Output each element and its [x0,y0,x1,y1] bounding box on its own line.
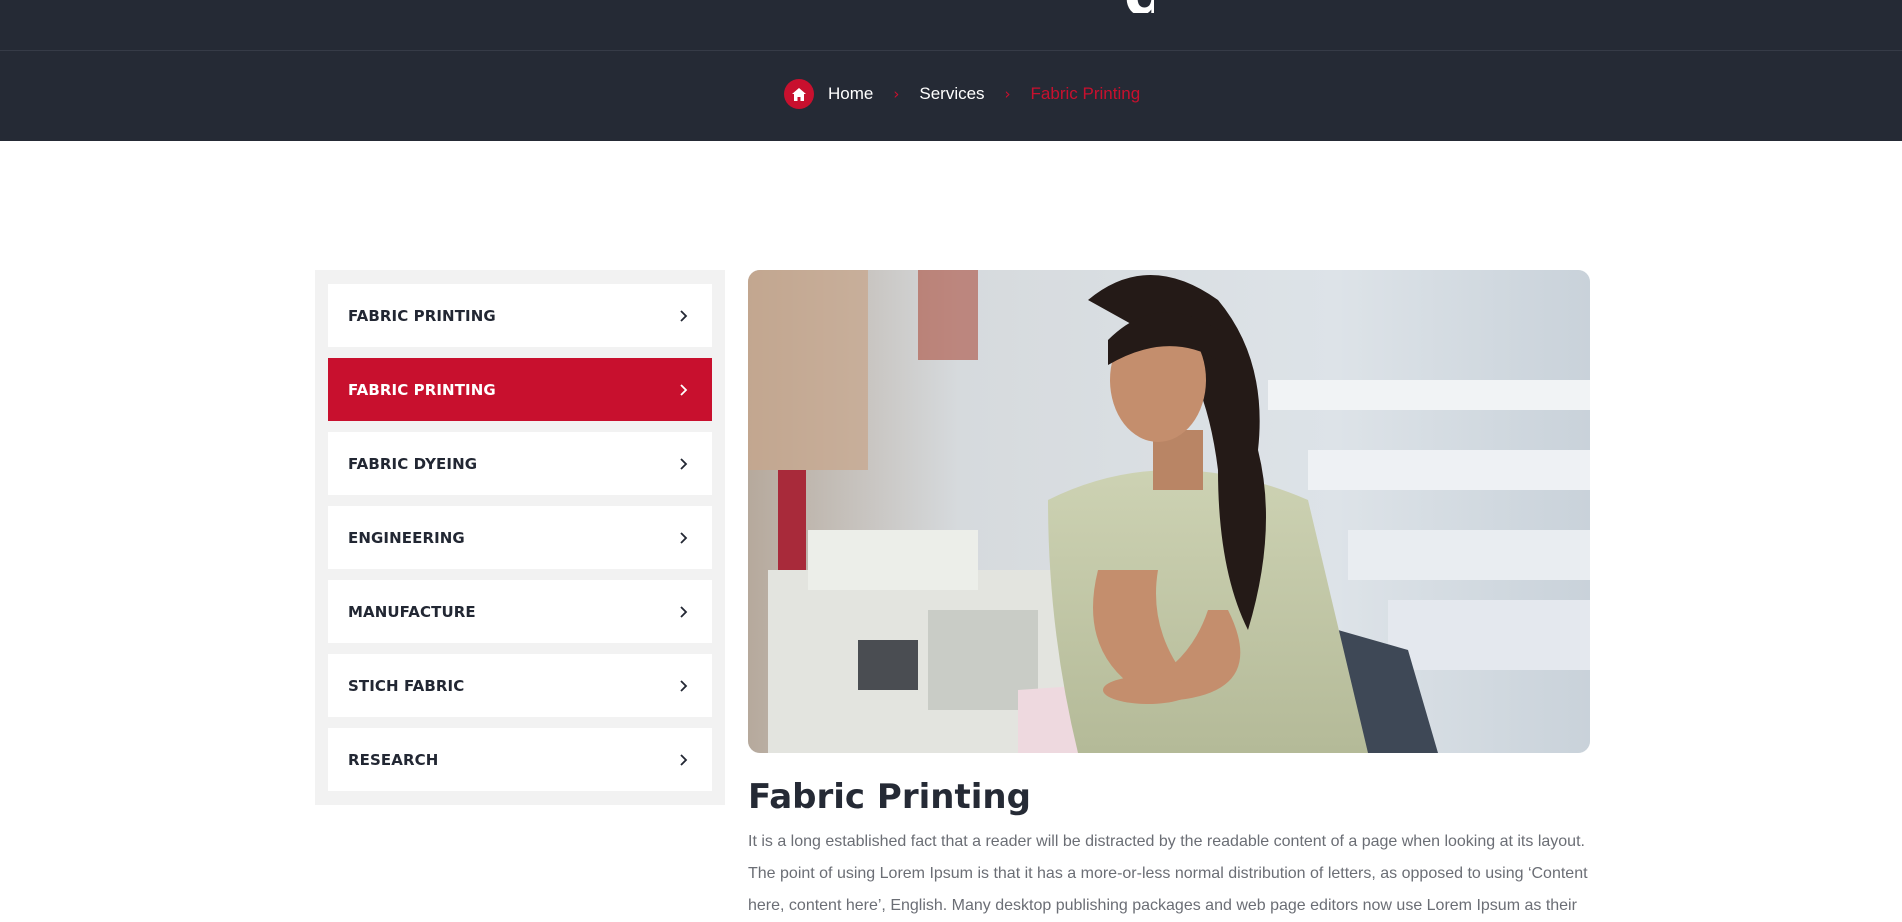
breadcrumb-separator-icon: › [893,85,900,103]
breadcrumb-current: Fabric Printing [1030,84,1141,103]
chevron-right-icon [676,456,692,472]
sidebar-item-fabric-printing[interactable]: FABRIC PRINTING [328,284,712,347]
page-header-banner: g Home › Services › Fabric Printing [0,0,1902,141]
sidebar-item-research[interactable]: RESEARCH [328,728,712,791]
woman-operating-sewing-machine-photo [748,270,1590,753]
header-divider [0,50,1902,51]
sidebar-item-label: RESEARCH [348,750,439,769]
page-title-fragment: g [1124,0,1154,13]
sidebar-item-label: FABRIC DYEING [348,454,478,473]
breadcrumb-home-link[interactable]: Home [828,84,873,104]
chevron-right-icon [676,530,692,546]
services-sidebar: FABRIC PRINTING FABRIC PRINTING FABRIC D… [315,270,725,805]
sidebar-item-label: MANUFACTURE [348,602,476,621]
sidebar-item-fabric-printing-active[interactable]: FABRIC PRINTING [328,358,712,421]
breadcrumb-separator-icon: › [1004,85,1011,103]
sidebar-item-manufacture[interactable]: MANUFACTURE [328,580,712,643]
sidebar-item-label: FABRIC PRINTING [348,380,496,399]
service-title: Fabric Printing [748,777,1031,817]
chevron-right-icon [676,678,692,694]
sidebar-item-engineering[interactable]: ENGINEERING [328,506,712,569]
sidebar-item-fabric-dyeing[interactable]: FABRIC DYEING [328,432,712,495]
sidebar-item-stich-fabric[interactable]: STICH FABRIC [328,654,712,717]
chevron-right-icon [676,604,692,620]
breadcrumb-services-link[interactable]: Services [919,84,984,104]
service-description: It is a long established fact that a rea… [748,833,1588,914]
sidebar-item-label: ENGINEERING [348,528,465,547]
sidebar-item-label: FABRIC PRINTING [348,306,496,325]
breadcrumb: Home › Services › Fabric Printing [784,79,1140,109]
home-icon[interactable] [784,79,814,109]
sidebar-item-label: STICH FABRIC [348,676,465,695]
chevron-right-icon [676,752,692,768]
chevron-right-icon [676,382,692,398]
chevron-right-icon [676,308,692,324]
